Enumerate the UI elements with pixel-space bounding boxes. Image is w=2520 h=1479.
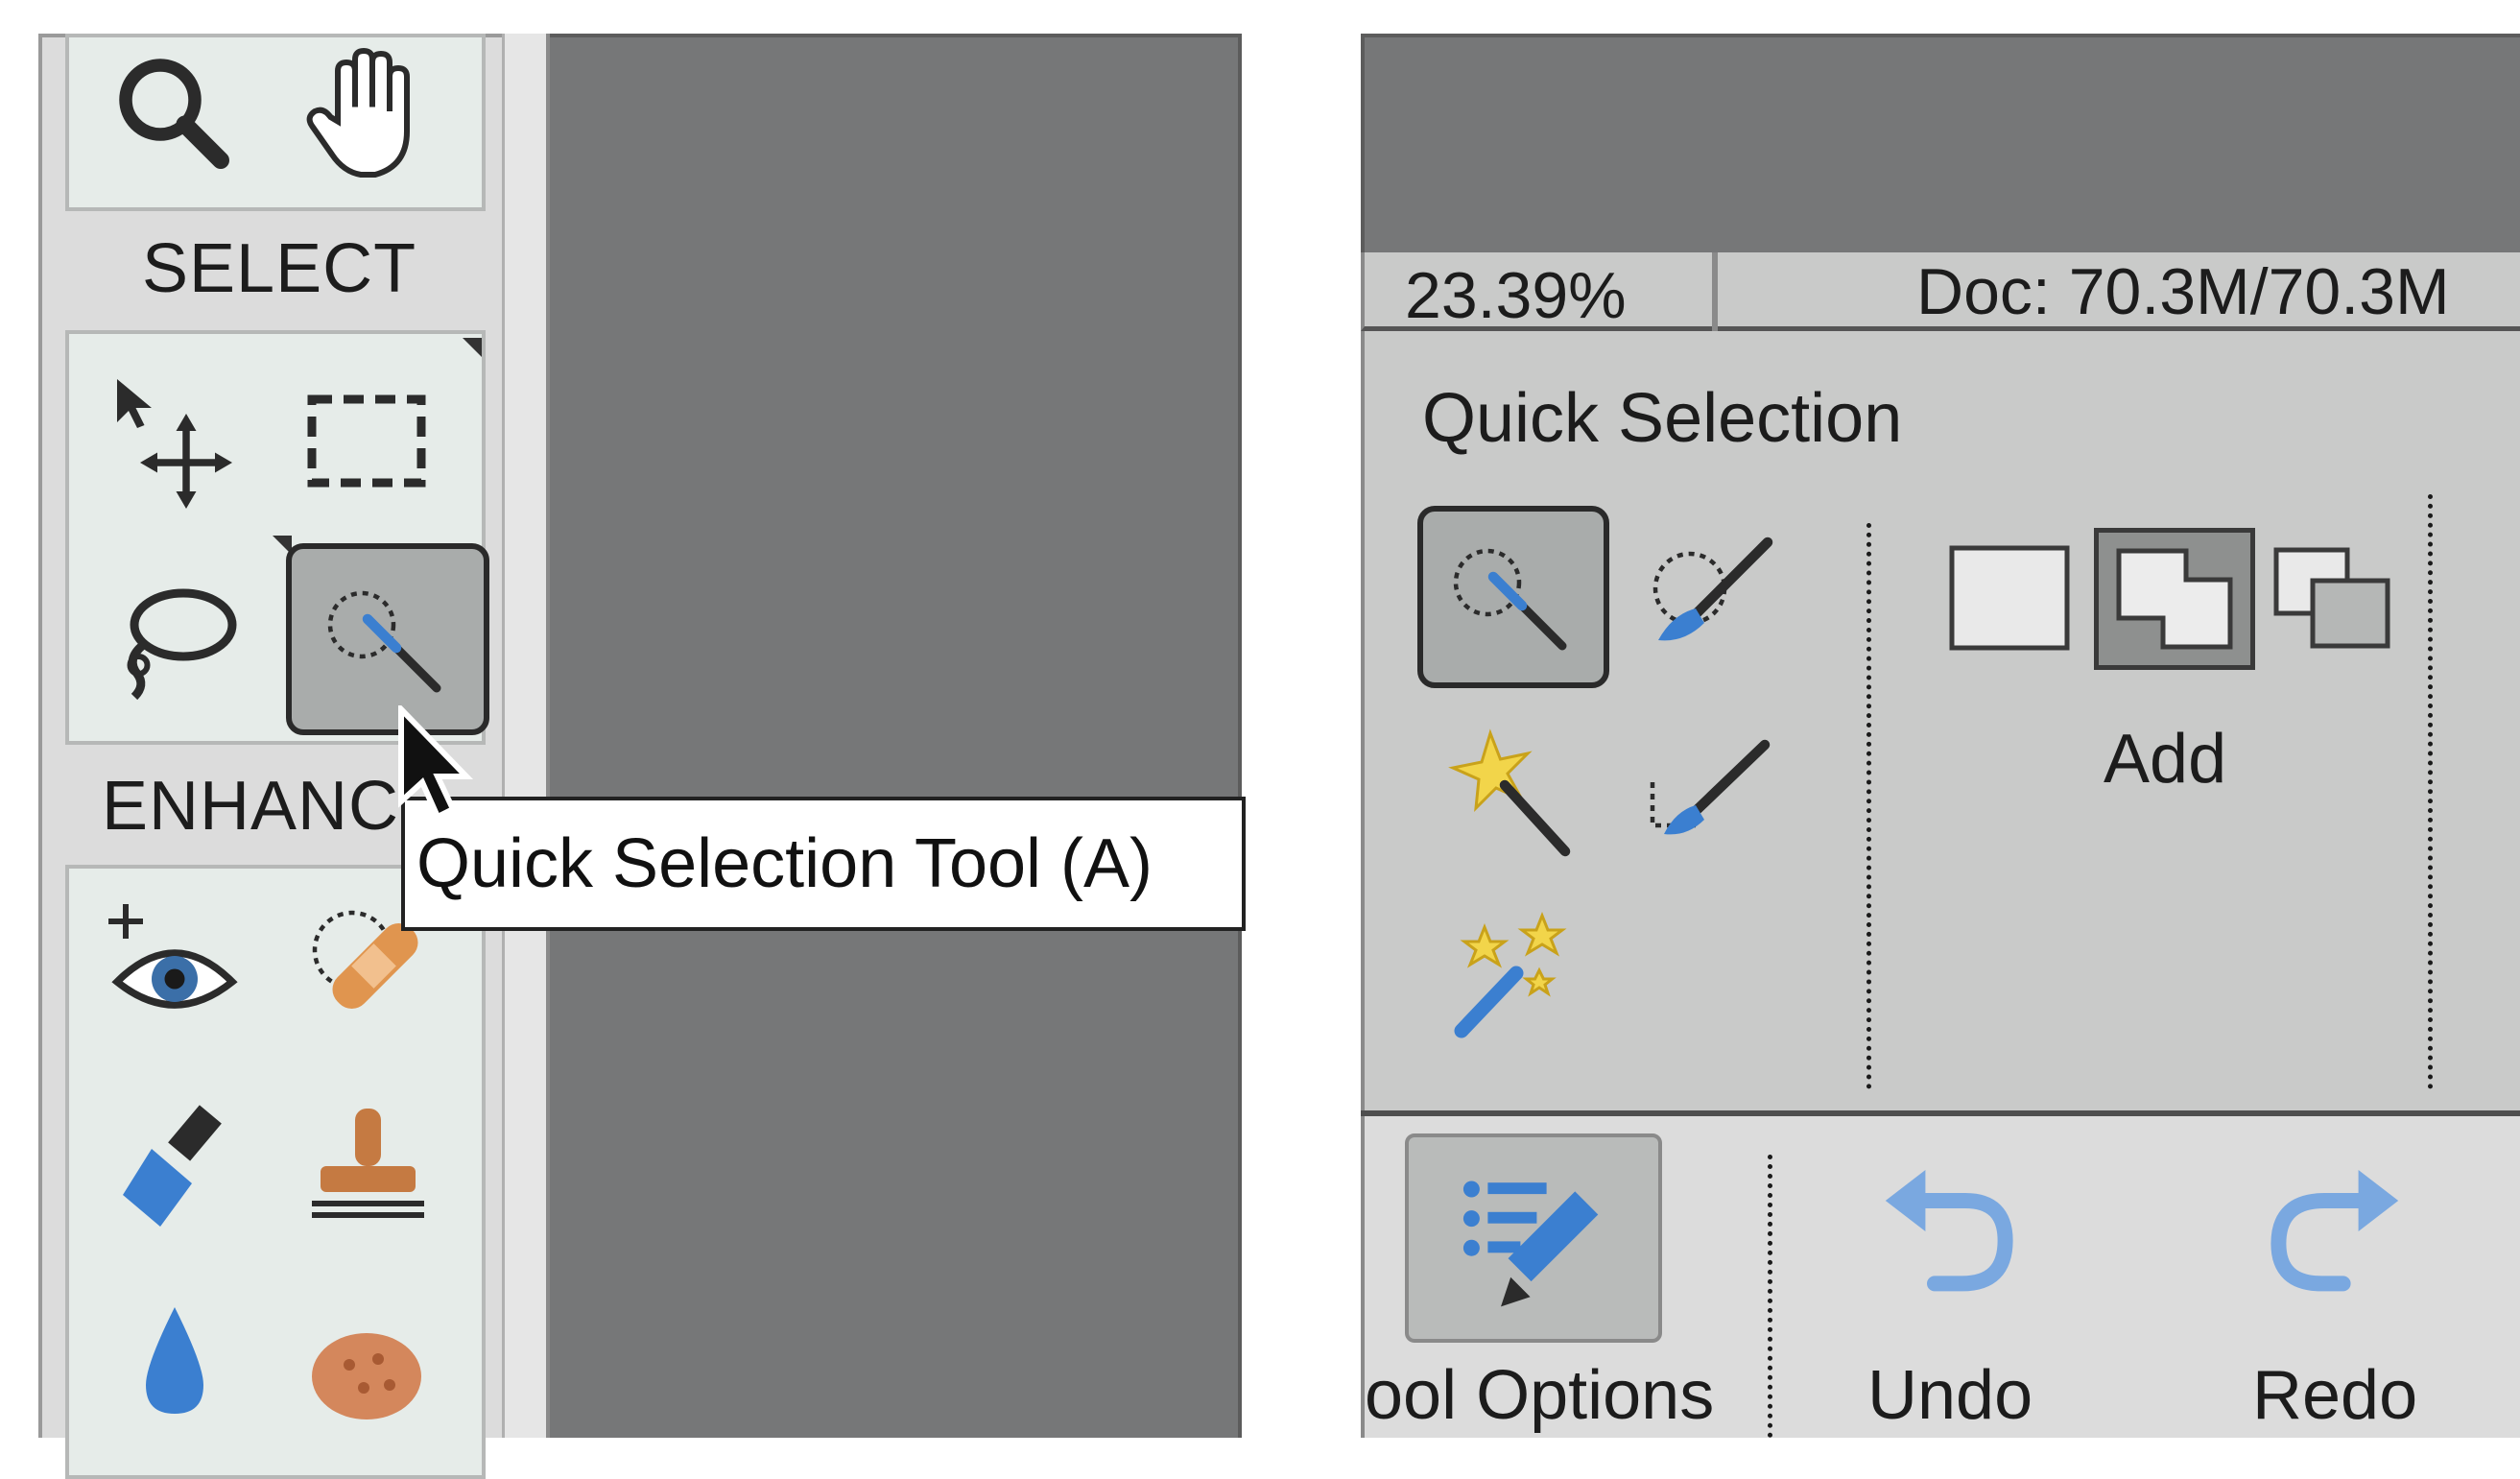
status-divider xyxy=(1712,252,1718,331)
options-separator xyxy=(1866,523,1871,1089)
toolbox-panel: SELECT ENHANC Quick Selection Tool (A) xyxy=(38,34,1246,1479)
tool-options-panel: Quick Selection Add xyxy=(1361,331,2520,1110)
move-icon xyxy=(117,379,232,509)
select-tools-group xyxy=(65,330,489,745)
canvas-area[interactable] xyxy=(550,34,1242,1438)
mouse-pointer-icon xyxy=(398,705,474,822)
red-eye-removal-icon xyxy=(108,904,238,1009)
enhance-tools-group xyxy=(65,865,486,1479)
selection-brush-icon xyxy=(1652,537,1773,641)
selection-brush-option[interactable] xyxy=(1614,506,1806,688)
new-selection-icon xyxy=(1949,545,2070,651)
smart-brush-icon xyxy=(123,1105,222,1227)
zoom-tool[interactable] xyxy=(79,18,271,210)
refine-selection-brush-option[interactable] xyxy=(1614,705,1806,888)
subtract-from-selection-button[interactable] xyxy=(2270,544,2393,652)
zoom-icon xyxy=(119,59,229,169)
tool-options-icon xyxy=(1462,1181,1599,1307)
tool-tooltip: Quick Selection Tool (A) xyxy=(401,797,1246,931)
clone-stamp-tool[interactable] xyxy=(271,1070,463,1262)
blur-tool[interactable] xyxy=(79,1272,271,1464)
move-tool[interactable] xyxy=(79,344,271,536)
rectangular-marquee-tool[interactable] xyxy=(271,344,463,536)
undo-icon xyxy=(1885,1170,2013,1292)
magic-wand-icon xyxy=(1448,728,1571,857)
undo-button[interactable] xyxy=(1864,1145,2036,1318)
redo-icon xyxy=(2270,1170,2399,1292)
status-bar: 23.39% Doc: 70.3M/70.3M xyxy=(1361,252,2520,332)
lasso-icon xyxy=(127,588,237,701)
sponge-tool[interactable] xyxy=(271,1272,463,1464)
tool-group-corner-indicator xyxy=(463,338,482,357)
quick-selection-icon xyxy=(1453,548,1567,651)
tool-options-window: 23.39% Doc: 70.3M/70.3M Quick Selection xyxy=(1361,34,2520,1438)
lasso-tool[interactable] xyxy=(79,540,271,732)
subtract-from-selection-icon xyxy=(2273,547,2390,649)
view-tools-group xyxy=(65,34,486,211)
smart-brush-tool[interactable] xyxy=(79,1070,271,1262)
document-size: Doc: 70.3M/70.3M xyxy=(1916,255,2450,328)
quick-selection-option[interactable] xyxy=(1417,506,1609,688)
redo-label: Redo xyxy=(2252,1357,2418,1434)
undo-label: Undo xyxy=(1867,1357,2033,1434)
canvas-area[interactable] xyxy=(1361,34,2520,252)
red-eye-removal-tool[interactable] xyxy=(79,869,271,1061)
magic-wand-option[interactable] xyxy=(1417,705,1609,888)
refine-selection-brush-icon xyxy=(1650,739,1771,835)
tool-options-label: ool Options xyxy=(1365,1357,1715,1434)
enhance-section-label: ENHANC xyxy=(102,768,400,845)
taskbar-separator xyxy=(1768,1155,1772,1438)
auto-selection-icon xyxy=(1454,911,1567,1038)
new-selection-button[interactable] xyxy=(1948,544,2071,652)
hand-tool[interactable] xyxy=(271,18,463,210)
tool-options-button[interactable] xyxy=(1405,1133,1662,1343)
selection-mode-label: Add xyxy=(2104,721,2227,798)
sponge-icon xyxy=(312,1333,421,1419)
zoom-level[interactable]: 23.39% xyxy=(1405,252,1627,339)
redo-button[interactable] xyxy=(2247,1145,2420,1318)
quick-selection-icon xyxy=(327,590,441,693)
tool-options-title: Quick Selection xyxy=(1422,380,1903,457)
add-to-selection-button[interactable] xyxy=(2094,528,2255,670)
select-section-label: SELECT xyxy=(142,230,417,307)
clone-stamp-icon xyxy=(312,1109,424,1218)
hand-icon xyxy=(306,47,410,178)
blur-icon xyxy=(146,1307,203,1414)
toolbar-scrollbar[interactable] xyxy=(502,34,550,1438)
task-bar: ool Options Undo Redo xyxy=(1361,1116,2520,1438)
auto-selection-option[interactable] xyxy=(1417,888,1609,1070)
rectangular-marquee-icon xyxy=(307,394,426,488)
add-to-selection-icon xyxy=(2116,548,2233,650)
options-separator xyxy=(2428,494,2433,1089)
